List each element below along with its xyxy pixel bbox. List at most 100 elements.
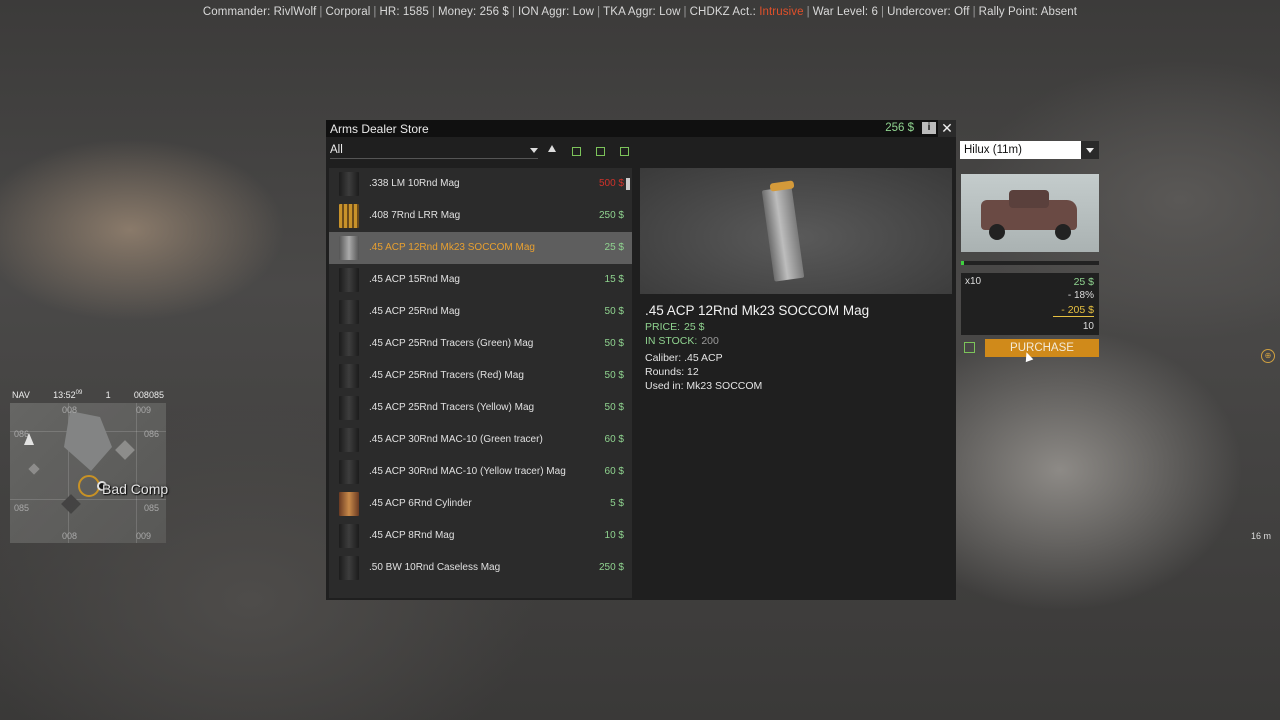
- purchase-checkbox[interactable]: [964, 342, 975, 353]
- status-item: CHDKZ Act.:: [689, 6, 760, 18]
- cartridges-icon: [339, 204, 359, 228]
- status-separator: |: [597, 6, 601, 18]
- status-separator: |: [511, 6, 515, 18]
- truck-cab: [1009, 190, 1049, 208]
- magazine-icon: [339, 300, 359, 324]
- pistol-mag-icon: [761, 186, 805, 282]
- minimap[interactable]: NAV 13:5209 1 008085 008 009 086 086 085…: [8, 387, 168, 547]
- store-item-row[interactable]: .338 LM 10Rnd Mag 500 $: [329, 168, 632, 200]
- grid-number: 085: [144, 503, 160, 513]
- item-preview-image: [640, 168, 952, 294]
- total-cost: - 205 $: [1053, 304, 1094, 317]
- filter-checkbox[interactable]: [596, 147, 605, 156]
- status-separator: |: [373, 6, 377, 18]
- stock-value: 200: [701, 335, 719, 347]
- category-filter-select[interactable]: All: [330, 142, 538, 159]
- item-list[interactable]: .338 LM 10Rnd Mag 500 $ .408 7Rnd LRR Mag 2…: [329, 168, 632, 598]
- store-item-row[interactable]: .45 ACP 25Rnd Tracers (Green) Mag 50 $: [329, 328, 632, 360]
- status-separator: |: [683, 6, 687, 18]
- grid-number: 009: [136, 405, 152, 415]
- item-price: 10 $: [604, 530, 624, 541]
- status-separator: |: [319, 6, 323, 18]
- magazine-icon: [339, 364, 359, 388]
- item-list-scrollbar[interactable]: [624, 168, 631, 598]
- discount: - 18%: [1067, 290, 1094, 301]
- map-zone: [64, 411, 112, 471]
- item-price: 5 $: [610, 498, 624, 509]
- item-price-line: PRICE: 25 $: [645, 321, 704, 333]
- item-price: 60 $: [604, 434, 624, 445]
- vehicle-dropdown-button[interactable]: [1081, 141, 1099, 159]
- quantity-label: x10: [965, 276, 982, 287]
- magazine-icon: [339, 396, 359, 420]
- map-building: [61, 494, 81, 514]
- item-name: .50 BW 10Rnd Caseless Mag: [369, 562, 501, 573]
- grid-number: 085: [14, 503, 30, 513]
- item-price: 60 $: [604, 466, 624, 477]
- status-item: Money: 256 $: [438, 6, 509, 18]
- filter-checkbox[interactable]: [572, 147, 581, 156]
- truck-wheel: [989, 224, 1005, 240]
- north-arrow-icon: [24, 433, 34, 445]
- store-item-row[interactable]: .408 7Rnd LRR Mag 250 $: [329, 200, 632, 232]
- grid-number: 008: [62, 405, 78, 415]
- store-title-bar: Arms Dealer Store 256 $ i ✕: [326, 120, 956, 137]
- store-item-row[interactable]: .45 ACP 30Rnd MAC-10 (Yellow tracer) Mag…: [329, 456, 632, 488]
- price-value: 25 $: [684, 321, 705, 333]
- item-price: 25 $: [604, 242, 624, 253]
- status-item: HR: 1585: [379, 6, 429, 18]
- vehicle-select[interactable]: Hilux (11m): [960, 141, 1098, 159]
- item-name: .338 LM 10Rnd Mag: [369, 178, 460, 189]
- item-name: .45 ACP 30Rnd MAC-10 (Yellow tracer) Mag: [369, 466, 566, 477]
- grid-line: [136, 403, 137, 543]
- item-name: .45 ACP 12Rnd Mk23 SOCCOM Mag: [369, 242, 535, 253]
- unit-price: 25 $: [1073, 276, 1094, 288]
- item-price: 250 $: [598, 210, 624, 221]
- item-name: .45 ACP 30Rnd MAC-10 (Green tracer): [369, 434, 543, 445]
- item-price: 50 $: [604, 306, 624, 317]
- store-item-row[interactable]: .45 ACP 6Rnd Cylinder 5 $: [329, 488, 632, 520]
- status-item: Corporal: [325, 6, 371, 18]
- store-item-row[interactable]: .45 ACP 25Rnd Tracers (Yellow) Mag 50 $: [329, 392, 632, 424]
- scrollbar-thumb[interactable]: [626, 178, 630, 190]
- minimap-header: NAV 13:5209 1 008085: [8, 387, 168, 403]
- store-item-row[interactable]: .45 ACP 30Rnd MAC-10 (Green tracer) 60 $: [329, 424, 632, 456]
- channel-number: 1: [105, 390, 111, 400]
- item-price: 250 $: [598, 562, 624, 573]
- item-name: .45 ACP 25Rnd Tracers (Yellow) Mag: [369, 402, 535, 413]
- status-item: War Level: 6: [812, 6, 879, 18]
- item-price: 500 $: [598, 178, 624, 189]
- sort-ascending-icon[interactable]: [548, 145, 556, 152]
- grid-line: [10, 499, 166, 500]
- close-button[interactable]: ✕: [938, 120, 956, 137]
- filter-checkbox[interactable]: [620, 147, 629, 156]
- map-building: [28, 463, 40, 475]
- magazine-icon: [339, 428, 359, 452]
- store-item-row[interactable]: .50 BW 10Rnd Caseless Mag 250 $: [329, 552, 632, 584]
- clock: 13:5209: [53, 390, 82, 400]
- magazine-icon: [339, 556, 359, 580]
- store-item-row[interactable]: .45 ACP 15Rnd Mag 15 $: [329, 264, 632, 296]
- marker-label: Bad Comp: [102, 481, 169, 497]
- store-item-row[interactable]: .45 ACP 12Rnd Mk23 SOCCOM Mag 25 $: [329, 232, 632, 264]
- store-item-row[interactable]: .45 ACP 25Rnd Mag 50 $: [329, 296, 632, 328]
- magazine-icon: [339, 268, 359, 292]
- caliber-line: Caliber: .45 ACP: [645, 352, 723, 364]
- chevron-down-icon: [530, 148, 538, 153]
- item-name: .45 ACP 25Rnd Tracers (Green) Mag: [369, 338, 534, 349]
- quantity-input[interactable]: 10: [1083, 321, 1094, 332]
- vehicle-image: [961, 174, 1099, 252]
- map-building: [115, 440, 135, 460]
- pistol-mag-icon: [339, 236, 359, 260]
- store-item-row[interactable]: .45 ACP 25Rnd Tracers (Red) Mag 50 $: [329, 360, 632, 392]
- purchase-button[interactable]: PURCHASE: [985, 339, 1099, 357]
- minimap-map[interactable]: 008 009 086 086 085 085 008 009 Bad Comp: [10, 403, 169, 543]
- store-item-row[interactable]: .45 ACP 8Rnd Mag 10 $: [329, 520, 632, 552]
- category-filter-value: All: [330, 144, 343, 156]
- status-item: Commander: RivlWolf: [202, 6, 317, 18]
- grid-number: 008: [62, 531, 78, 541]
- info-icon[interactable]: i: [922, 122, 936, 134]
- status-item: Rally Point: Absent: [978, 6, 1078, 18]
- clock-time: 13:52: [53, 390, 76, 400]
- grid-reference: 008085: [133, 390, 164, 400]
